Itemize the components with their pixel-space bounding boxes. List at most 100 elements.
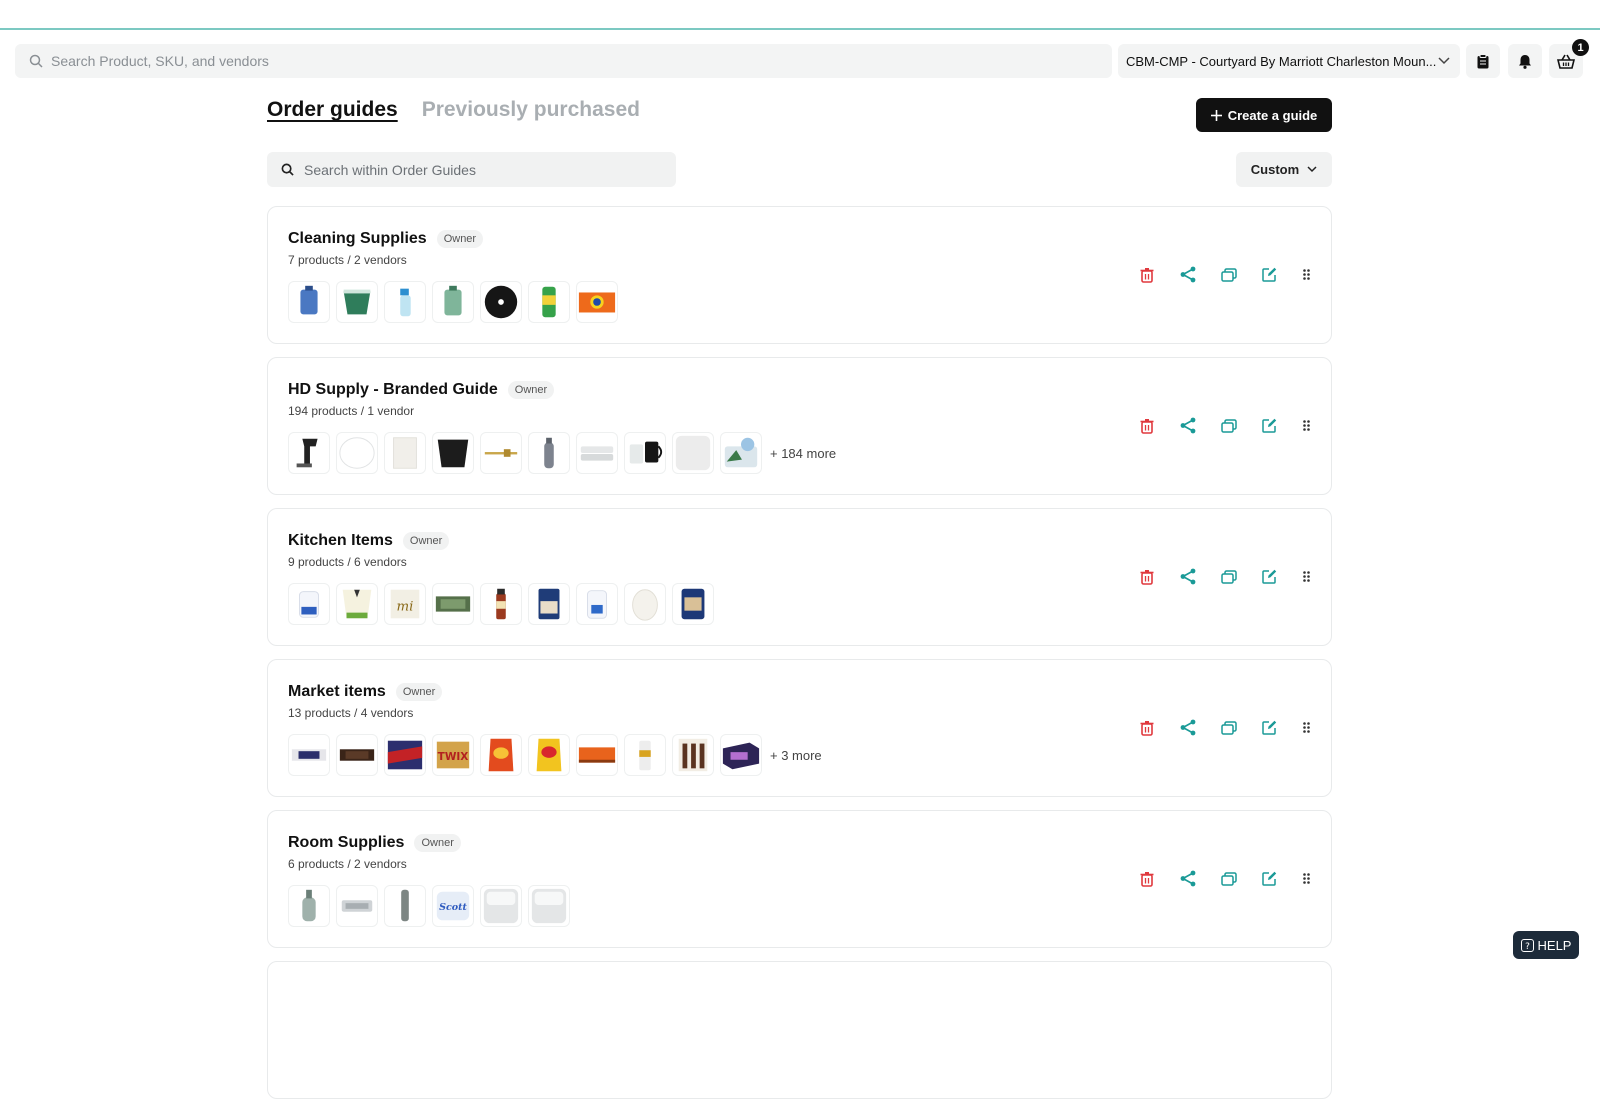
duplicate-guide-button[interactable]	[1219, 567, 1238, 586]
product-thumbnail-reeses-box	[576, 734, 618, 776]
tab-order-guides[interactable]: Order guides	[267, 98, 398, 122]
product-thumbnail-bottle-soap	[288, 885, 330, 927]
bell-icon	[1519, 54, 1531, 69]
product-thumbnails	[288, 281, 618, 323]
guide-title[interactable]: Market items	[288, 683, 386, 701]
reorder-handle[interactable]	[1301, 265, 1311, 284]
cart-button[interactable]: 1	[1549, 39, 1589, 78]
help-button[interactable]: ? HELP	[1513, 931, 1579, 959]
guide-title[interactable]: HD Supply - Branded Guide	[288, 381, 498, 399]
share-guide-button[interactable]	[1178, 567, 1197, 586]
product-thumbnail-kind-box	[720, 734, 762, 776]
edit-guide-button[interactable]	[1260, 567, 1279, 586]
guide-actions	[1137, 416, 1311, 435]
guide-search-input[interactable]: Search within Order Guides	[267, 152, 676, 187]
edit-guide-button[interactable]	[1260, 869, 1279, 888]
edit-icon	[1262, 267, 1277, 282]
guide-card[interactable]: Kitchen Items Owner 9 products / 6 vendo…	[267, 508, 1332, 646]
product-thumbnail-jug-milk	[288, 583, 330, 625]
product-thumbnail-snack-bag	[672, 583, 714, 625]
tab-previously-purchased[interactable]: Previously purchased	[422, 98, 640, 122]
guide-title-row: Market items Owner	[288, 683, 443, 701]
product-thumbnail-milk-gallon	[576, 583, 618, 625]
product-thumbnail-waste-bin	[432, 432, 474, 474]
delete-guide-button[interactable]	[1137, 869, 1156, 888]
create-guide-button[interactable]: Create a guide	[1196, 98, 1332, 132]
share-icon	[1180, 870, 1195, 887]
trash-icon	[1140, 720, 1153, 736]
guide-card[interactable]: HD Supply - Branded Guide Owner 194 prod…	[267, 357, 1332, 495]
duplicate-guide-button[interactable]	[1219, 265, 1238, 284]
basket-icon	[1557, 54, 1575, 69]
guide-title[interactable]: Kitchen Items	[288, 532, 393, 550]
share-icon	[1180, 417, 1195, 434]
product-thumbnail-jug-green	[432, 281, 474, 323]
sort-label: Custom	[1250, 162, 1300, 177]
drag-handle-icon	[1302, 420, 1310, 431]
edit-guide-button[interactable]	[1260, 416, 1279, 435]
product-thumbnail-paper-towel	[528, 281, 570, 323]
product-thumbnail-plate-white	[336, 432, 378, 474]
location-label: CBM-CMP - Courtyard By Marriott Charlest…	[1126, 53, 1437, 69]
delete-guide-button[interactable]	[1137, 416, 1156, 435]
share-guide-button[interactable]	[1178, 265, 1197, 284]
share-guide-button[interactable]	[1178, 869, 1197, 888]
product-thumbnail-liner-white	[672, 432, 714, 474]
clipboard-icon	[1477, 53, 1489, 68]
product-thumbnail-drink-can	[624, 734, 666, 776]
duplicate-guide-button[interactable]	[1219, 718, 1238, 737]
guide-actions	[1137, 718, 1311, 737]
guide-card[interactable]: Room Supplies Owner 6 products / 2 vendo…	[267, 810, 1332, 948]
reorder-handle[interactable]	[1301, 567, 1311, 586]
clipboard-button[interactable]	[1466, 44, 1500, 78]
global-search-input[interactable]: Search Product, SKU, and vendors	[15, 44, 1112, 78]
more-products-label: + 184 more	[770, 445, 837, 461]
guide-title[interactable]: Room Supplies	[288, 834, 404, 852]
delete-guide-button[interactable]	[1137, 567, 1156, 586]
product-thumbnail-twix: TWIX	[432, 734, 474, 776]
owner-badge: Owner	[414, 834, 461, 852]
share-icon	[1180, 568, 1195, 585]
help-label: HELP	[1537, 937, 1572, 953]
owner-badge: Owner	[507, 381, 555, 399]
duplicate-guide-button[interactable]	[1219, 869, 1238, 888]
share-guide-button[interactable]	[1178, 416, 1197, 435]
reorder-handle[interactable]	[1301, 416, 1311, 435]
tabs: Order guides Previously purchased	[267, 98, 640, 122]
guide-title[interactable]: Cleaning Supplies	[288, 230, 427, 248]
delete-guide-button[interactable]	[1137, 718, 1156, 737]
reorder-handle[interactable]	[1301, 869, 1311, 888]
location-select[interactable]: CBM-CMP - Courtyard By Marriott Charlest…	[1118, 44, 1460, 78]
trash-icon	[1140, 418, 1153, 434]
search-icon	[29, 54, 43, 68]
share-guide-button[interactable]	[1178, 718, 1197, 737]
owner-badge: Owner	[436, 230, 484, 248]
product-thumbnails: mi	[288, 583, 714, 625]
edit-guide-button[interactable]	[1260, 265, 1279, 284]
edit-guide-button[interactable]	[1260, 718, 1279, 737]
notifications-button[interactable]	[1508, 44, 1542, 78]
reorder-handle[interactable]	[1301, 718, 1311, 737]
product-thumbnails: Scott	[288, 885, 570, 927]
duplicate-guide-button[interactable]	[1219, 416, 1238, 435]
guide-card[interactable]: Cleaning Supplies Owner 7 products / 2 v…	[267, 206, 1332, 344]
create-guide-label: Create a guide	[1227, 107, 1318, 123]
guide-actions	[1137, 265, 1311, 284]
duplicate-icon	[1220, 267, 1237, 282]
chevron-down-icon	[1438, 57, 1450, 65]
svg-text:TWIX: TWIX	[438, 751, 469, 763]
product-thumbnail-pad-black	[480, 281, 522, 323]
delete-guide-button[interactable]	[1137, 265, 1156, 284]
more-products-label: + 3 more	[770, 747, 822, 763]
edit-icon	[1262, 871, 1277, 886]
guide-card[interactable]: Market items Owner 13 products / 4 vendo…	[267, 659, 1332, 797]
guide-meta: 9 products / 6 vendors	[288, 555, 407, 569]
product-thumbnail-bottle-gray	[528, 432, 570, 474]
search-icon	[281, 163, 294, 176]
sort-dropdown[interactable]: Custom	[1236, 152, 1332, 187]
guide-actions	[1137, 869, 1311, 888]
guide-meta: 194 products / 1 vendor	[288, 404, 415, 418]
svg-text:Scott: Scott	[439, 902, 467, 913]
guide-title-row: Cleaning Supplies Owner	[288, 230, 484, 248]
svg-text:mi: mi	[397, 600, 414, 615]
